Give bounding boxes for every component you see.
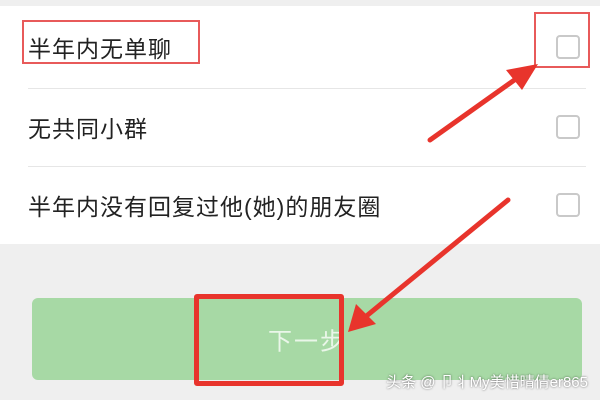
option-row-no-common-group[interactable]: 无共同小群 xyxy=(0,88,600,166)
option-row-no-moments-reply[interactable]: 半年内没有回复过他(她)的朋友圈 xyxy=(0,166,600,244)
annotation-box-checkbox xyxy=(534,12,590,68)
watermark-text: 头条 @ 卩丬My美惜晴倩er865 xyxy=(386,374,588,391)
option-label: 半年内没有回复过他(她)的朋友圈 xyxy=(28,194,382,220)
annotation-box-next-button xyxy=(194,294,344,386)
option-label: 无共同小群 xyxy=(28,116,148,142)
option-checkbox[interactable] xyxy=(556,115,580,139)
option-checkbox[interactable] xyxy=(556,193,580,217)
annotation-box-option-label xyxy=(22,20,200,64)
